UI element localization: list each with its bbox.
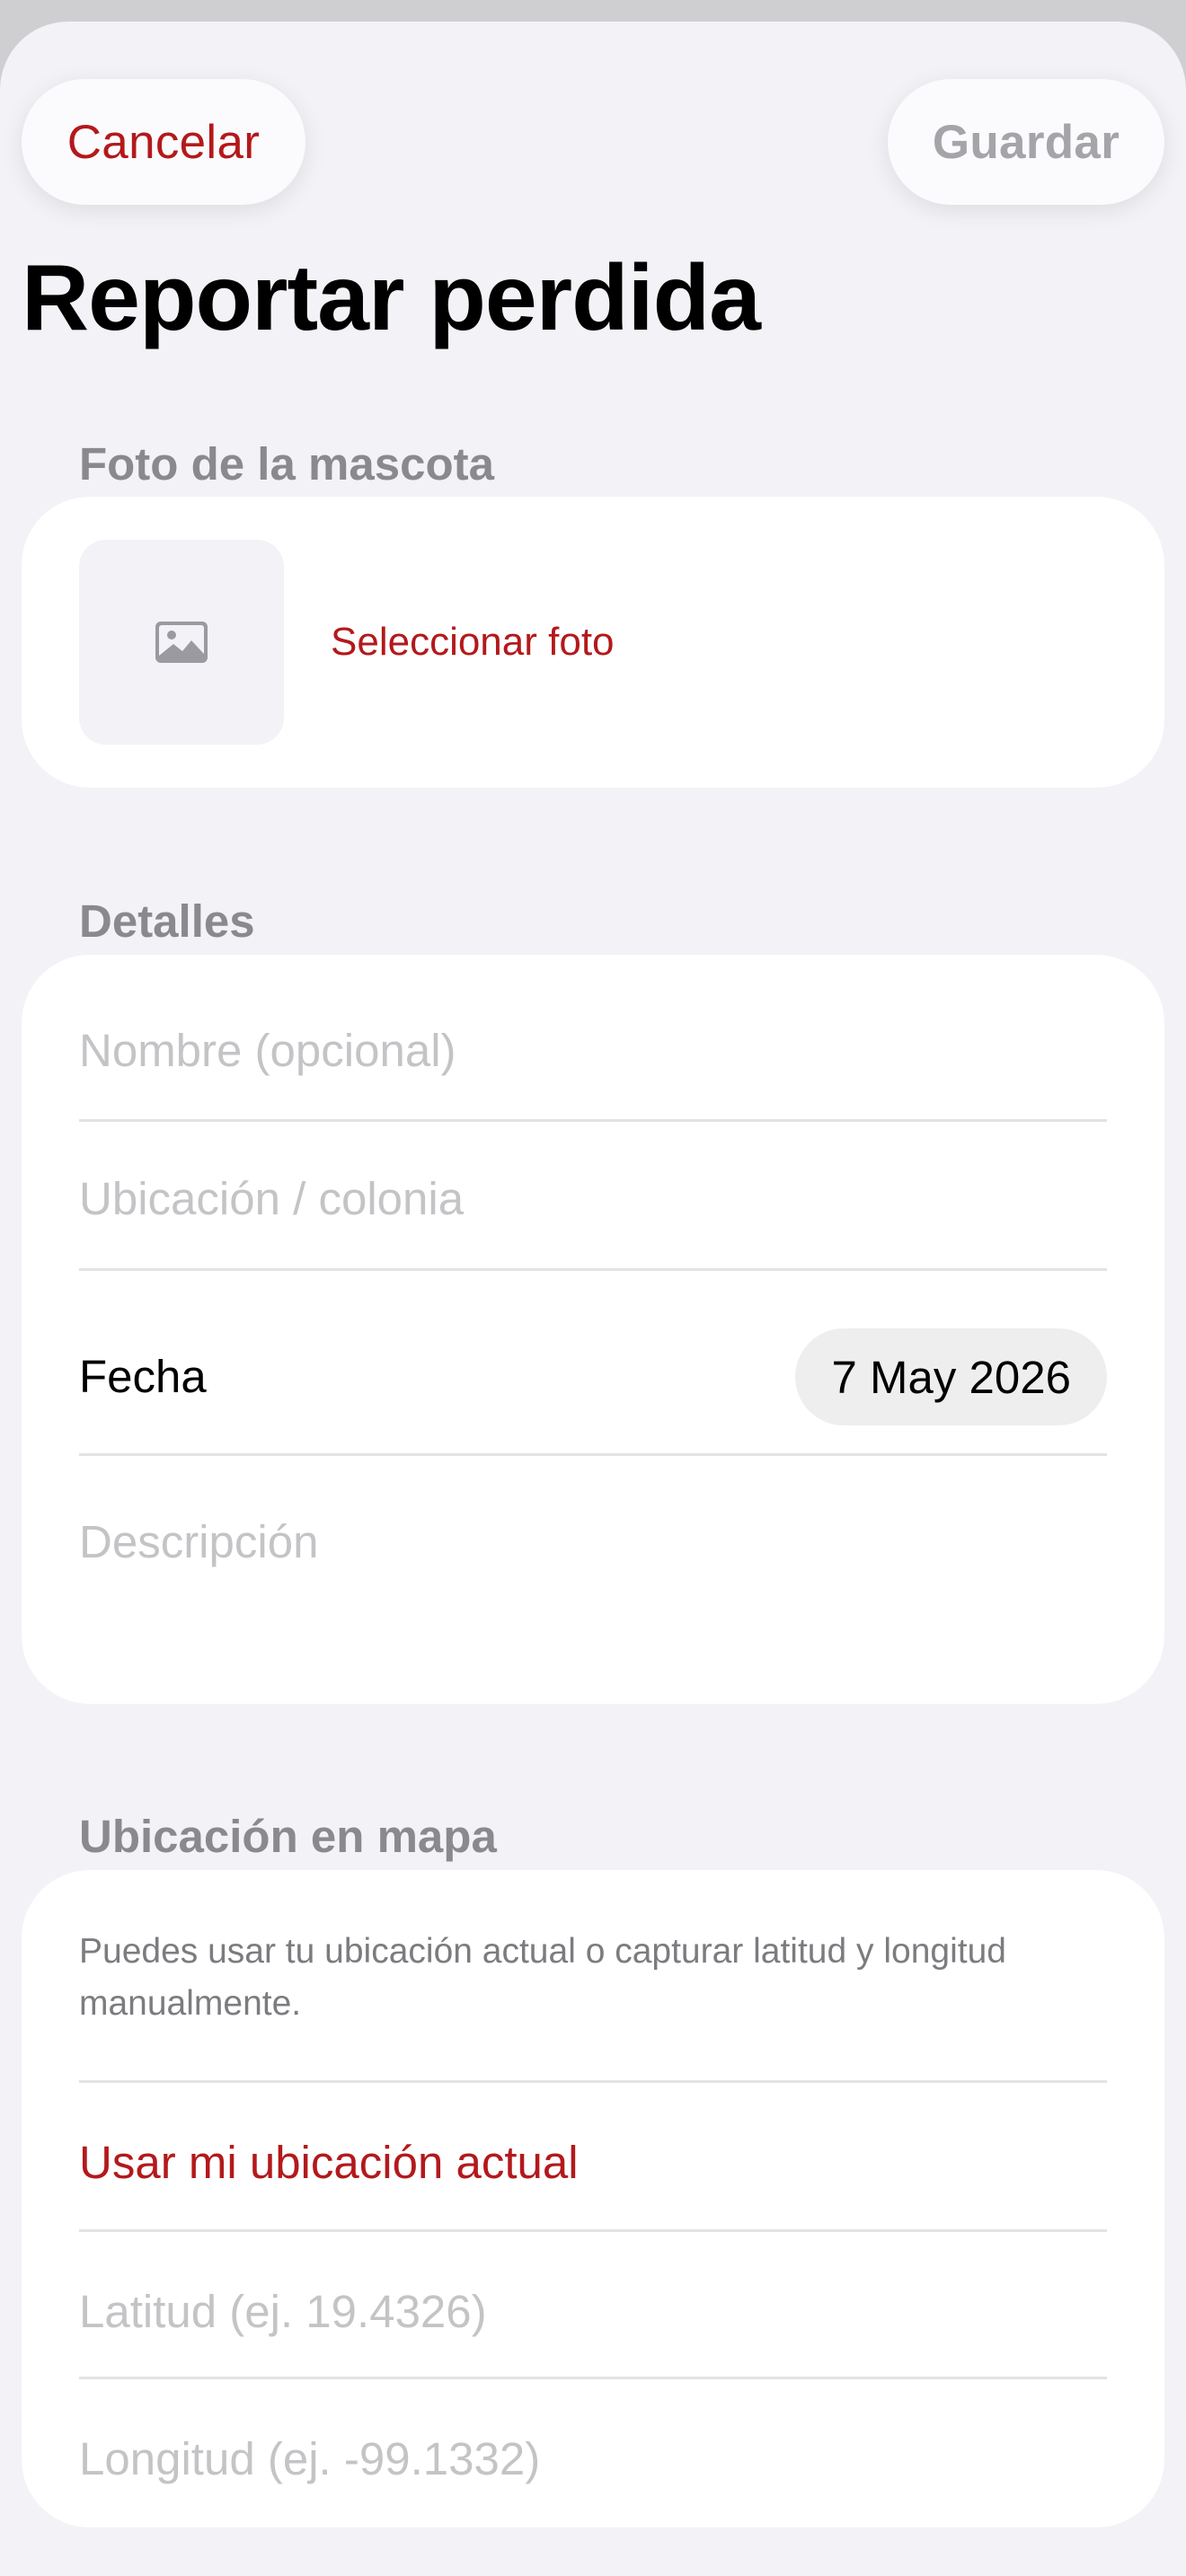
divider <box>79 1268 1107 1271</box>
divider <box>79 1453 1107 1456</box>
latitude-input[interactable]: Latitud (ej. 19.4326) <box>79 2289 1107 2334</box>
divider <box>79 2377 1107 2379</box>
page-title: Reportar perdida <box>22 246 761 350</box>
map-hint-text: Puedes usar tu ubicación actual o captur… <box>79 1932 1006 2023</box>
modal-sheet: Cancelar Guardar Reportar perdida Foto d… <box>0 22 1186 2576</box>
divider <box>79 2229 1107 2232</box>
section-header-details: Detalles <box>79 895 255 947</box>
save-button-label: Guardar <box>932 115 1120 169</box>
section-header-photo: Foto de la mascota <box>79 438 494 490</box>
divider <box>79 1119 1107 1122</box>
select-photo-button[interactable]: Seleccionar foto <box>331 620 615 665</box>
date-picker-button[interactable]: 7 May 2026 <box>795 1328 1107 1425</box>
cancel-button-label: Cancelar <box>66 115 261 169</box>
photo-card: Seleccionar foto <box>22 497 1164 788</box>
longitude-input[interactable]: Longitud (ej. -99.1332) <box>79 2436 1107 2482</box>
save-button[interactable]: Guardar <box>888 79 1164 205</box>
description-input[interactable]: Descripción <box>79 1519 1107 1565</box>
section-header-map: Ubicación en mapa <box>79 1811 497 1862</box>
name-input[interactable]: Nombre (opcional) <box>79 1028 1107 1073</box>
use-current-location-button[interactable]: Usar mi ubicación actual <box>79 2139 1107 2185</box>
details-card: Nombre (opcional) Ubicación / colonia Fe… <box>22 955 1164 1704</box>
photo-thumbnail[interactable] <box>79 540 284 745</box>
location-input[interactable]: Ubicación / colonia <box>79 1176 1107 1222</box>
divider <box>79 2080 1107 2083</box>
photo-icon <box>155 622 208 663</box>
map-card: Puedes usar tu ubicación actual o captur… <box>22 1870 1164 2527</box>
cancel-button[interactable]: Cancelar <box>22 79 305 205</box>
date-value: 7 May 2026 <box>831 1351 1071 1403</box>
